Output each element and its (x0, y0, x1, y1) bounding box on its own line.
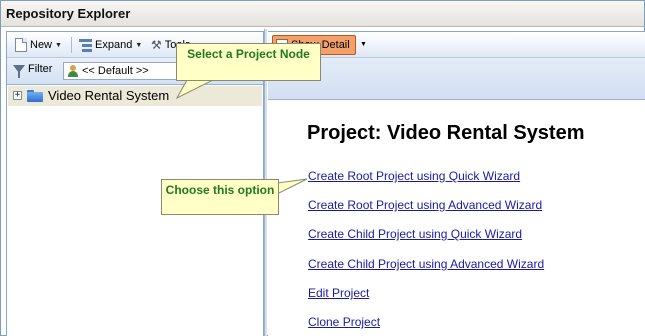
repository-explorer-window: Repository Explorer New ▼ Expand ▼ ⚒ Too… (0, 0, 645, 336)
callout-select-project-node: Select a Project Node (176, 43, 321, 81)
callout-pointers (175, 72, 308, 198)
callout-choose-option: Choose this option (161, 179, 279, 215)
